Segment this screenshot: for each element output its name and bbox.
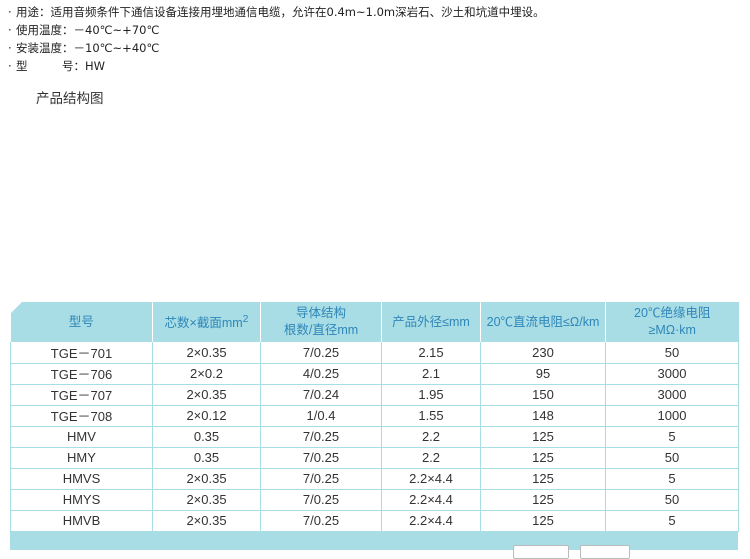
cell-cores: 2×0.35 xyxy=(152,468,261,490)
cell-cores: 0.35 xyxy=(152,447,261,469)
table-header-row: 型号 芯数×截面mm2 导体结构 根数/直径mm 产品外径≤mm 20℃直流电阻… xyxy=(10,302,739,342)
cell-resistance: 125 xyxy=(480,489,606,511)
col-header-insulation: 20℃绝缘电阻 ≥MΩ·km xyxy=(606,302,739,342)
col-header-cores: 芯数×截面mm2 xyxy=(152,302,261,342)
cell-insulation: 5 xyxy=(605,426,739,448)
bullet-dot: · xyxy=(8,59,12,73)
cell-diameter: 2.2 xyxy=(381,426,481,448)
cell-resistance: 125 xyxy=(480,468,606,490)
cell-model: HMV xyxy=(10,426,153,448)
table-row: TGE－701 2×0.35 7/0.25 2.15 230 50 xyxy=(10,342,739,364)
cell-insulation: 5 xyxy=(605,468,739,490)
cell-insulation: 1000 xyxy=(605,405,739,427)
cell-resistance: 125 xyxy=(480,447,606,469)
table-body: TGE－701 2×0.35 7/0.25 2.15 230 50 TGE－70… xyxy=(10,342,739,532)
cell-insulation: 50 xyxy=(605,489,739,511)
cell-diameter: 2.2×4.4 xyxy=(381,489,481,511)
cell-cores: 2×0.35 xyxy=(152,510,261,532)
table-row: HMVS 2×0.35 7/0.25 2.2×4.4 125 5 xyxy=(10,468,739,490)
cell-resistance: 125 xyxy=(480,510,606,532)
spec-operating-temp: · 使用温度：－40℃~+70℃ xyxy=(8,21,545,39)
spec-list: · 用途：适用音频条件下通信设备连接用埋地通信电缆，允许在0.4m~1.0m深岩石… xyxy=(8,3,545,75)
table-row: HMVB 2×0.35 7/0.25 2.2×4.4 125 5 xyxy=(10,510,739,532)
bullet-dot: · xyxy=(8,23,12,37)
cell-model: TGE－708 xyxy=(10,405,153,427)
cell-cores: 0.35 xyxy=(152,426,261,448)
col-header-model: 型号 xyxy=(10,302,153,342)
cell-cores: 2×0.35 xyxy=(152,384,261,406)
col-header-insulation-line2: ≥MΩ·km xyxy=(648,323,696,337)
cell-conductor: 7/0.25 xyxy=(260,342,382,364)
table-row: HMYS 2×0.35 7/0.25 2.2×4.4 125 50 xyxy=(10,489,739,511)
table-row: HMY 0.35 7/0.25 2.2 125 50 xyxy=(10,447,739,469)
cell-resistance: 230 xyxy=(480,342,606,364)
cell-model: TGE－706 xyxy=(10,363,153,385)
cell-conductor: 7/0.25 xyxy=(260,426,382,448)
cell-diameter: 2.2 xyxy=(381,447,481,469)
spec-usage: · 用途：适用音频条件下通信设备连接用埋地通信电缆，允许在0.4m~1.0m深岩石… xyxy=(8,3,545,21)
cell-model: HMYS xyxy=(10,489,153,511)
cell-insulation: 3000 xyxy=(605,384,739,406)
table-row: TGE－708 2×0.12 1/0.4 1.55 148 1000 xyxy=(10,405,739,427)
cell-model: HMVB xyxy=(10,510,153,532)
cell-conductor: 1/0.4 xyxy=(260,405,382,427)
cell-diameter: 2.1 xyxy=(381,363,481,385)
cell-cores: 2×0.35 xyxy=(152,489,261,511)
section-title-structure-diagram: 产品结构图 xyxy=(36,91,104,107)
product-spec-table: 型号 芯数×截面mm2 导体结构 根数/直径mm 产品外径≤mm 20℃直流电阻… xyxy=(10,302,739,532)
cell-model: TGE－707 xyxy=(10,384,153,406)
cell-cores: 2×0.2 xyxy=(152,363,261,385)
col-header-diameter: 产品外径≤mm xyxy=(381,302,481,342)
col-header-cores-label: 芯数×截面mm xyxy=(164,316,243,331)
cell-diameter: 1.95 xyxy=(381,384,481,406)
cell-conductor: 7/0.25 xyxy=(260,510,382,532)
col-header-conductor-line2: 根数/直径mm xyxy=(283,323,359,337)
cell-conductor: 7/0.25 xyxy=(260,489,382,511)
cell-diameter: 2.2×4.4 xyxy=(381,510,481,532)
cell-model: HMVS xyxy=(10,468,153,490)
cell-resistance: 150 xyxy=(480,384,606,406)
spec-operating-temp-text: 使用温度：－40℃~+70℃ xyxy=(16,23,160,37)
product-spec-table-container: 型号 芯数×截面mm2 导体结构 根数/直径mm 产品外径≤mm 20℃直流电阻… xyxy=(10,302,739,559)
cell-cores: 2×0.35 xyxy=(152,342,261,364)
spec-install-temp-text: 安装温度：－10℃~+40℃ xyxy=(16,41,160,55)
cell-resistance: 125 xyxy=(480,426,606,448)
corner-triangle-icon xyxy=(10,302,22,313)
bullet-dot: · xyxy=(8,5,12,19)
table-header: 型号 芯数×截面mm2 导体结构 根数/直径mm 产品外径≤mm 20℃直流电阻… xyxy=(10,302,739,342)
col-header-model-label: 型号 xyxy=(68,314,94,329)
cell-model: HMY xyxy=(10,447,153,469)
col-header-resistance: 20℃直流电阻≤Ω/km xyxy=(480,302,606,342)
spec-model-text: 型 号：HW xyxy=(16,59,106,73)
col-header-conductor: 导体结构 根数/直径mm xyxy=(260,302,382,342)
cell-insulation: 3000 xyxy=(605,363,739,385)
cell-insulation: 50 xyxy=(605,342,739,364)
spec-install-temp: · 安装温度：－10℃~+40℃ xyxy=(8,39,545,57)
cell-diameter: 2.2×4.4 xyxy=(381,468,481,490)
col-header-cores-superscript: 2 xyxy=(242,314,249,326)
table-row: TGE－706 2×0.2 4/0.25 2.1 95 3000 xyxy=(10,363,739,385)
cell-diameter: 1.55 xyxy=(381,405,481,427)
cell-conductor: 7/0.24 xyxy=(260,384,382,406)
cell-conductor: 7/0.25 xyxy=(260,447,382,469)
cell-conductor: 4/0.25 xyxy=(260,363,382,385)
spec-usage-text: 用途：适用音频条件下通信设备连接用埋地通信电缆，允许在0.4m~1.0m深岩石、… xyxy=(16,5,545,19)
cell-resistance: 148 xyxy=(480,405,606,427)
table-row: HMV 0.35 7/0.25 2.2 125 5 xyxy=(10,426,739,448)
cell-insulation: 5 xyxy=(605,510,739,532)
cell-conductor: 7/0.25 xyxy=(260,468,382,490)
cell-resistance: 95 xyxy=(480,363,606,385)
cell-insulation: 50 xyxy=(605,447,739,469)
spec-model: · 型 号：HW xyxy=(8,57,545,75)
bullet-dot: · xyxy=(8,41,12,55)
cell-cores: 2×0.12 xyxy=(152,405,261,427)
col-header-insulation-line1: 20℃绝缘电阻 xyxy=(634,306,711,320)
table-row: TGE－707 2×0.35 7/0.24 1.95 150 3000 xyxy=(10,384,739,406)
col-header-conductor-line1: 导体结构 xyxy=(295,306,346,320)
cell-model: TGE－701 xyxy=(10,342,153,364)
cell-diameter: 2.15 xyxy=(381,342,481,364)
